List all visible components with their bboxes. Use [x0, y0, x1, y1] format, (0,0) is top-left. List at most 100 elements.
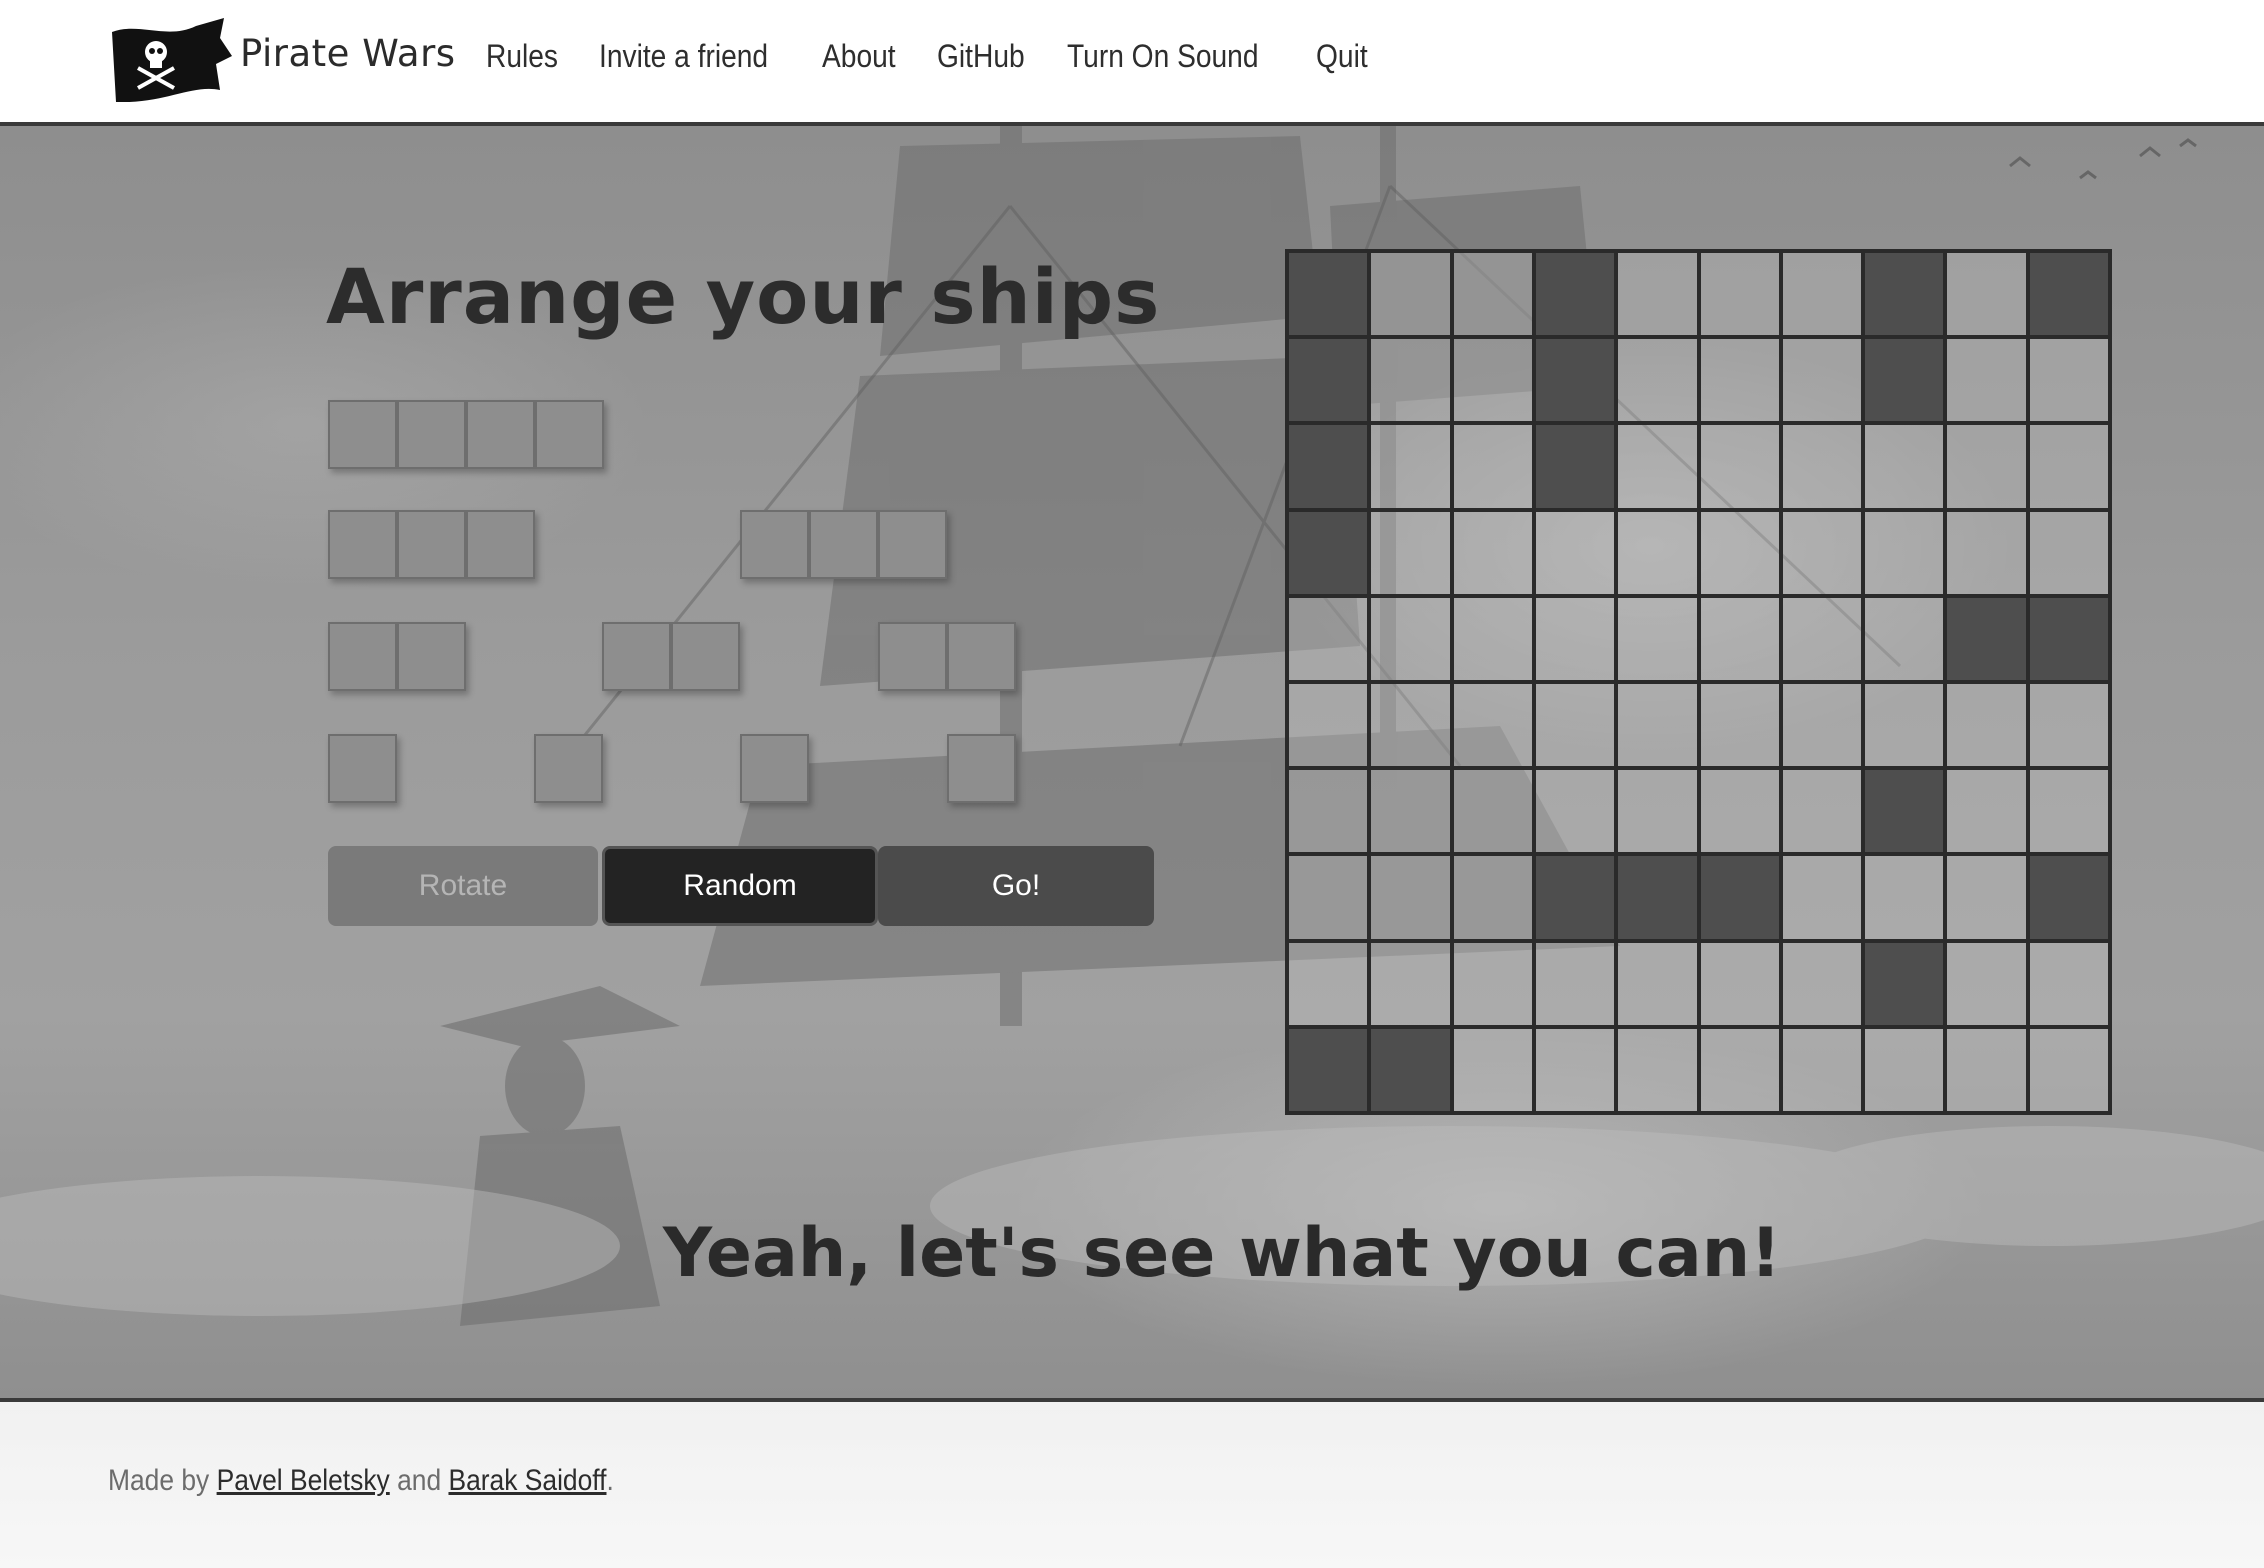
- ship-cell[interactable]: [602, 622, 671, 691]
- board-cell[interactable]: [1698, 337, 1781, 424]
- board-cell[interactable]: [1616, 251, 1699, 338]
- ship-3-deck-b[interactable]: [740, 510, 947, 579]
- ship-2-deck-b[interactable]: [602, 622, 740, 691]
- board-cell[interactable]: [1533, 595, 1617, 682]
- board-cell[interactable]: [1863, 509, 1946, 596]
- nav-link-about[interactable]: About: [822, 38, 896, 75]
- board-cell[interactable]: [1616, 337, 1699, 424]
- board-cell-ship[interactable]: [1369, 1026, 1452, 1113]
- ship-2-deck-c[interactable]: [878, 622, 1016, 691]
- board-cell[interactable]: [1945, 768, 2028, 855]
- board-cell[interactable]: [1451, 423, 1534, 510]
- board-cell[interactable]: [1780, 940, 1864, 1027]
- jolly-roger-flag-icon[interactable]: [108, 18, 232, 102]
- board-cell[interactable]: [2027, 423, 2110, 510]
- board-cell[interactable]: [1369, 509, 1452, 596]
- board-cell[interactable]: [1616, 423, 1699, 510]
- board-cell[interactable]: [1780, 595, 1864, 682]
- board-cell[interactable]: [1369, 854, 1452, 941]
- board-cell[interactable]: [1780, 854, 1864, 941]
- board-cell-ship[interactable]: [1698, 854, 1781, 941]
- board-cell[interactable]: [1533, 940, 1617, 1027]
- board-cell[interactable]: [1451, 681, 1534, 769]
- board-cell-ship[interactable]: [1863, 940, 1946, 1027]
- board-cell[interactable]: [1698, 251, 1781, 338]
- board-cell[interactable]: [1616, 595, 1699, 682]
- board-cell[interactable]: [1616, 940, 1699, 1027]
- ship-cell[interactable]: [535, 400, 604, 469]
- board-cell[interactable]: [1533, 509, 1617, 596]
- board-cell[interactable]: [2027, 1026, 2110, 1113]
- board-cell[interactable]: [1287, 854, 1370, 941]
- board-cell[interactable]: [1698, 509, 1781, 596]
- board-cell-ship[interactable]: [1863, 251, 1946, 338]
- ship-cell[interactable]: [328, 400, 397, 469]
- board-cell-ship[interactable]: [1863, 768, 1946, 855]
- board-cell[interactable]: [1369, 337, 1452, 424]
- board-cell-ship[interactable]: [1533, 423, 1617, 510]
- ship-2-deck-a[interactable]: [328, 622, 466, 691]
- board-cell[interactable]: [1287, 940, 1370, 1027]
- ship-cell[interactable]: [466, 510, 535, 579]
- board-cell[interactable]: [1287, 681, 1370, 769]
- board-cell[interactable]: [1616, 1026, 1699, 1113]
- board-cell[interactable]: [1287, 595, 1370, 682]
- brand-name[interactable]: Pirate Wars: [240, 32, 456, 75]
- board-cell[interactable]: [1369, 251, 1452, 338]
- board-cell-ship[interactable]: [1287, 1026, 1370, 1113]
- board-cell[interactable]: [1533, 768, 1617, 855]
- board-cell-ship[interactable]: [1287, 509, 1370, 596]
- board-cell[interactable]: [1945, 940, 2028, 1027]
- ship-cell[interactable]: [947, 622, 1016, 691]
- board-cell[interactable]: [1863, 1026, 1946, 1113]
- board-cell[interactable]: [1698, 681, 1781, 769]
- author-link-pavel[interactable]: Pavel Beletsky: [217, 1464, 390, 1497]
- board-cell-ship[interactable]: [1287, 337, 1370, 424]
- board-cell[interactable]: [1780, 423, 1864, 510]
- board-cell-ship[interactable]: [1533, 337, 1617, 424]
- board-cell[interactable]: [1616, 509, 1699, 596]
- ship-cell[interactable]: [328, 622, 397, 691]
- rotate-button[interactable]: Rotate: [328, 846, 598, 926]
- board-cell[interactable]: [1698, 423, 1781, 510]
- board-cell[interactable]: [1945, 337, 2028, 424]
- board-cell[interactable]: [1698, 1026, 1781, 1113]
- board-cell[interactable]: [1287, 768, 1370, 855]
- board-cell[interactable]: [1780, 337, 1864, 424]
- nav-link-invite[interactable]: Invite a friend: [599, 38, 768, 75]
- ship-cell[interactable]: [947, 734, 1016, 803]
- board-cell[interactable]: [1451, 595, 1534, 682]
- board-cell[interactable]: [1780, 1026, 1864, 1113]
- board-cell[interactable]: [1698, 595, 1781, 682]
- board-cell[interactable]: [1533, 681, 1617, 769]
- board-cell[interactable]: [1863, 681, 1946, 769]
- nav-link-quit[interactable]: Quit: [1316, 38, 1368, 75]
- nav-link-github[interactable]: GitHub: [937, 38, 1025, 75]
- ship-cell[interactable]: [740, 510, 809, 579]
- nav-link-sound[interactable]: Turn On Sound: [1067, 38, 1258, 75]
- ship-cell[interactable]: [534, 734, 603, 803]
- author-link-barak[interactable]: Barak Saidoff: [448, 1464, 606, 1497]
- ship-cell[interactable]: [740, 734, 809, 803]
- board-cell[interactable]: [1451, 337, 1534, 424]
- board-cell[interactable]: [1451, 251, 1534, 338]
- board-cell[interactable]: [1780, 251, 1864, 338]
- board-cell[interactable]: [1369, 423, 1452, 510]
- board-cell[interactable]: [1780, 681, 1864, 769]
- board-cell[interactable]: [1698, 768, 1781, 855]
- board-cell[interactable]: [1698, 940, 1781, 1027]
- board-cell[interactable]: [2027, 768, 2110, 855]
- board-cell-ship[interactable]: [1287, 423, 1370, 510]
- ship-cell[interactable]: [809, 510, 878, 579]
- board-cell-ship[interactable]: [2027, 854, 2110, 941]
- board-cell-ship[interactable]: [1945, 595, 2028, 682]
- ship-cell[interactable]: [671, 622, 740, 691]
- board-cell-ship[interactable]: [1287, 251, 1370, 338]
- ship-cell[interactable]: [328, 510, 397, 579]
- board-cell-ship[interactable]: [1533, 854, 1617, 941]
- board-cell[interactable]: [1451, 940, 1534, 1027]
- random-button[interactable]: Random: [602, 846, 878, 926]
- board-cell[interactable]: [1451, 854, 1534, 941]
- board-cell[interactable]: [1451, 509, 1534, 596]
- board-cell-ship[interactable]: [2027, 595, 2110, 682]
